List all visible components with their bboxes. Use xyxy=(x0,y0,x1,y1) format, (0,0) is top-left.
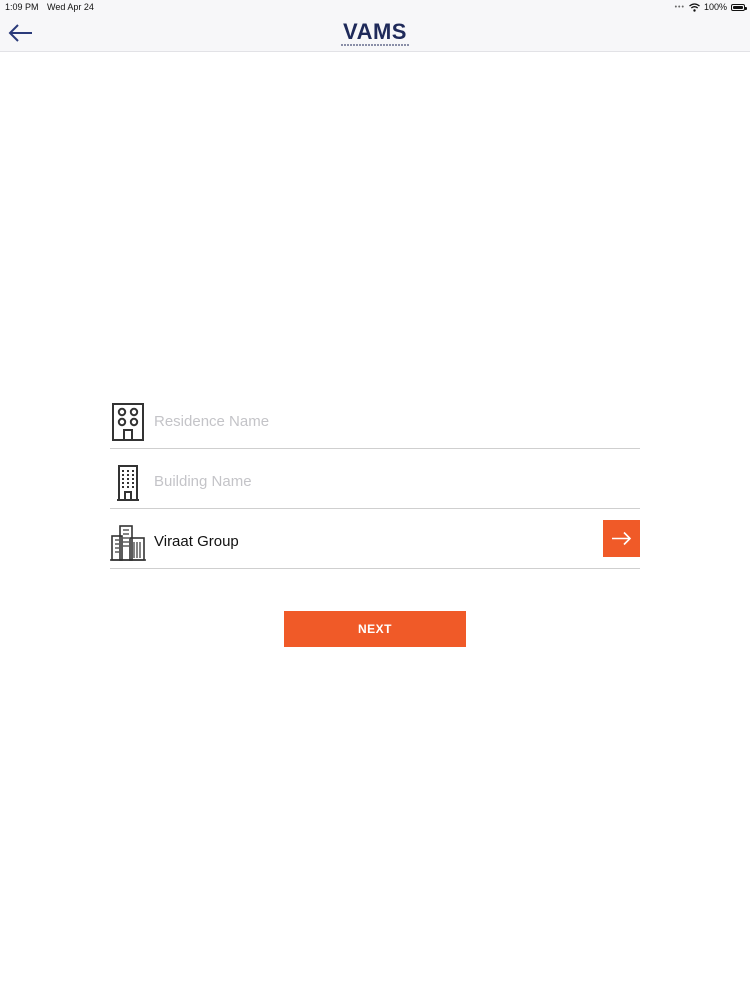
residence-name-row xyxy=(110,390,640,449)
vams-logo: VAMS xyxy=(335,19,415,49)
status-indicators: ••• 100% xyxy=(674,2,747,12)
back-button[interactable] xyxy=(6,21,36,45)
battery-icon xyxy=(731,3,747,11)
residence-name-input[interactable] xyxy=(154,408,594,434)
wifi-icon xyxy=(689,2,700,12)
tower-building-icon xyxy=(117,465,139,501)
app-screen: 1:09 PM Wed Apr 24 ••• 100% VAMS Residen… xyxy=(0,0,750,1000)
building-name-input[interactable] xyxy=(154,468,594,494)
group-name-row xyxy=(110,510,640,569)
city-buildings-icon xyxy=(110,525,146,561)
navigation-bar: VAMS xyxy=(0,16,750,52)
group-name-input[interactable] xyxy=(154,528,594,554)
group-go-button[interactable] xyxy=(603,520,640,557)
arrow-right-icon xyxy=(612,531,632,546)
status-time: 1:09 PM xyxy=(5,2,39,12)
logo-text: VAMS xyxy=(343,19,407,44)
battery-percent: 100% xyxy=(703,2,727,12)
logo-tagline-graphic xyxy=(341,44,409,46)
battery-tip xyxy=(745,6,747,10)
residence-building-icon xyxy=(112,403,144,441)
signal-dots-icon: ••• xyxy=(674,3,685,11)
building-name-row xyxy=(110,450,640,509)
next-button[interactable]: NEXT xyxy=(284,611,466,647)
battery-level xyxy=(733,5,743,9)
status-bar: 1:09 PM Wed Apr 24 ••• 100% xyxy=(0,0,750,16)
arrow-left-icon xyxy=(8,24,32,42)
location-form xyxy=(110,390,640,570)
status-date: Wed Apr 24 xyxy=(47,2,94,12)
